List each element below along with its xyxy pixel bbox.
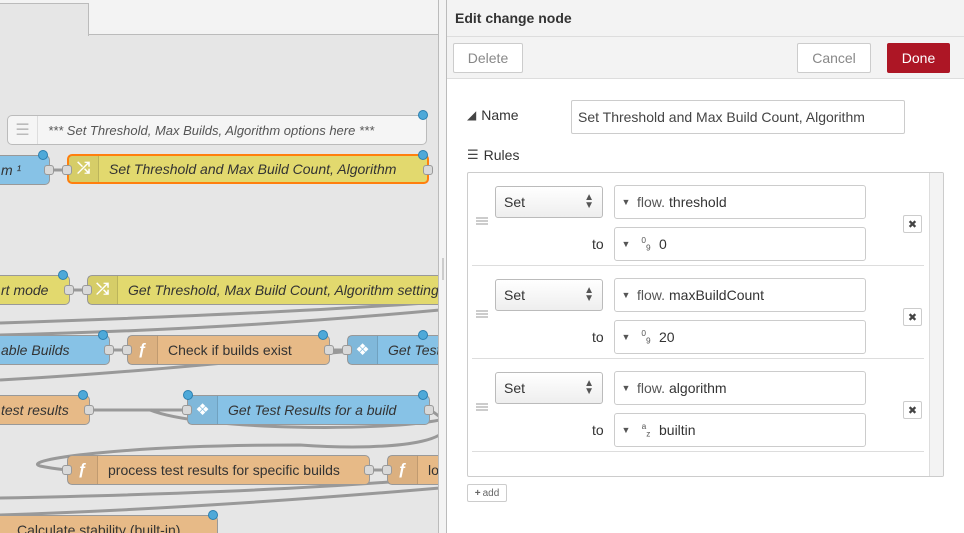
input-port[interactable] [122, 345, 132, 355]
add-rule-button[interactable]: + add [467, 484, 507, 502]
rules-label: ☰ Rules [467, 147, 520, 163]
remove-rule-button[interactable]: ✖ [903, 401, 922, 419]
updown-arrow-icon: ▲ ▼ [584, 378, 594, 397]
input-port[interactable] [82, 285, 92, 295]
sidebar-splitter[interactable] [438, 0, 447, 533]
function-icon: ƒ [388, 456, 418, 484]
remove-rule-button[interactable]: ✖ [903, 308, 922, 326]
function-icon: ƒ [128, 336, 158, 364]
updown-arrow-icon: ▲ ▼ [584, 192, 594, 211]
input-port[interactable] [182, 405, 192, 415]
flow-node[interactable]: able Builds [0, 335, 110, 365]
remove-rule-button[interactable]: ✖ [903, 215, 922, 233]
caret-down-icon[interactable]: ▼ [615, 197, 637, 207]
flow-workspace[interactable]: ☰ *** Set Threshold, Max Builds, Algorit… [0, 0, 440, 533]
list-icon: ☰ [467, 147, 479, 162]
changed-indicator [38, 150, 48, 160]
delete-button[interactable]: Delete [453, 43, 523, 73]
flow-node[interactable]: test results [0, 395, 90, 425]
changed-indicator [78, 390, 88, 400]
shuffle-icon: ⤮ [88, 276, 118, 304]
rule-row: Set ▲ ▼ ▼ flow. maxBuildCount to ▼ 09 20 … [472, 266, 924, 359]
number-type-icon: 09 [641, 235, 651, 253]
rule-value-input[interactable]: ▼ 09 0 [614, 227, 866, 261]
rule-action-select[interactable]: Set ▲ ▼ [495, 186, 603, 218]
subflow-node[interactable]: ❖ Get Test [347, 335, 440, 365]
rule-row: Set ▲ ▼ ▼ flow. algorithm to ▼ az builtin… [472, 359, 924, 452]
plus-icon: + [474, 487, 481, 499]
caret-down-icon[interactable]: ▼ [615, 239, 637, 249]
changed-indicator [208, 510, 218, 520]
subflow-node-get-test-results[interactable]: ❖ Get Test Results for a build [187, 395, 430, 425]
input-port[interactable] [342, 345, 352, 355]
output-port[interactable] [44, 165, 54, 175]
rule-action-select[interactable]: Set ▲ ▼ [495, 372, 603, 404]
name-input[interactable]: Set Threshold and Max Build Count, Algor… [571, 100, 905, 134]
function-node[interactable]: ƒ lo [387, 455, 440, 485]
output-port[interactable] [104, 345, 114, 355]
updown-arrow-icon: ▲ ▼ [584, 285, 594, 304]
output-port[interactable] [424, 405, 434, 415]
caret-down-icon[interactable]: ▼ [615, 290, 637, 300]
output-port[interactable] [423, 165, 433, 175]
comment-icon: ☰ [8, 116, 38, 144]
cancel-button[interactable]: Cancel [797, 43, 871, 73]
changed-indicator [183, 390, 193, 400]
caret-down-icon[interactable]: ▼ [615, 332, 637, 342]
to-label: to [592, 236, 604, 252]
rule-value-input[interactable]: ▼ az builtin [614, 413, 866, 447]
to-label: to [592, 422, 604, 438]
drag-handle-icon[interactable] [476, 310, 488, 318]
flow-node[interactable]: rt mode [0, 275, 70, 305]
caret-down-icon[interactable]: ▼ [615, 425, 637, 435]
string-type-icon: az [641, 421, 651, 439]
rule-target-input[interactable]: ▼ flow. algorithm [614, 371, 866, 405]
splitter-grip[interactable] [442, 258, 444, 280]
changed-indicator [418, 110, 428, 120]
caret-down-icon[interactable]: ▼ [615, 383, 637, 393]
changed-indicator [418, 330, 428, 340]
function-node-process-results[interactable]: ƒ process test results for specific buil… [67, 455, 370, 485]
input-port[interactable] [382, 465, 392, 475]
edit-tray: Edit change node Delete Cancel Done ◢ Na… [447, 0, 964, 533]
changed-indicator [58, 270, 68, 280]
tray-toolbar: Delete Cancel Done [447, 37, 964, 79]
changed-indicator [418, 150, 428, 160]
puzzle-icon: ❖ [348, 336, 378, 364]
function-node-calculate-stability[interactable]: Calculate stability (built-in) [0, 515, 218, 533]
change-node-get-threshold[interactable]: ⤮ Get Threshold, Max Build Count, Algori… [87, 275, 440, 305]
changed-indicator [318, 330, 328, 340]
output-port[interactable] [64, 285, 74, 295]
tag-icon: ◢ [467, 108, 477, 122]
output-port[interactable] [364, 465, 374, 475]
wires [0, 168, 440, 517]
name-label: ◢ Name [467, 107, 519, 123]
rule-row: Set ▲ ▼ ▼ flow. threshold to ▼ 09 0 ✖ [472, 173, 924, 266]
drag-handle-icon[interactable] [476, 217, 488, 225]
input-port[interactable] [62, 465, 72, 475]
number-type-icon: 09 [641, 328, 651, 346]
output-port[interactable] [324, 345, 334, 355]
rule-target-input[interactable]: ▼ flow. maxBuildCount [614, 278, 866, 312]
rules-scrollbar[interactable] [929, 173, 943, 476]
tray-title: Edit change node [447, 0, 964, 37]
function-node-check-builds[interactable]: ƒ Check if builds exist [127, 335, 330, 365]
input-port[interactable] [62, 165, 72, 175]
to-label: to [592, 329, 604, 345]
change-node-set-threshold[interactable]: ⤮ Set Threshold and Max Build Count, Alg… [67, 154, 429, 184]
comment-node[interactable]: ☰ *** Set Threshold, Max Builds, Algorit… [7, 115, 427, 145]
rule-target-input[interactable]: ▼ flow. threshold [614, 185, 866, 219]
puzzle-icon: ❖ [188, 396, 218, 424]
drag-handle-icon[interactable] [476, 403, 488, 411]
done-button[interactable]: Done [887, 43, 950, 73]
output-port[interactable] [84, 405, 94, 415]
function-icon: ƒ [68, 456, 98, 484]
rules-list: Set ▲ ▼ ▼ flow. threshold to ▼ 09 0 ✖ Set… [467, 172, 944, 477]
rule-action-select[interactable]: Set ▲ ▼ [495, 279, 603, 311]
shuffle-icon: ⤮ [69, 156, 99, 182]
changed-indicator [98, 330, 108, 340]
rule-value-input[interactable]: ▼ 09 20 [614, 320, 866, 354]
changed-indicator [418, 390, 428, 400]
